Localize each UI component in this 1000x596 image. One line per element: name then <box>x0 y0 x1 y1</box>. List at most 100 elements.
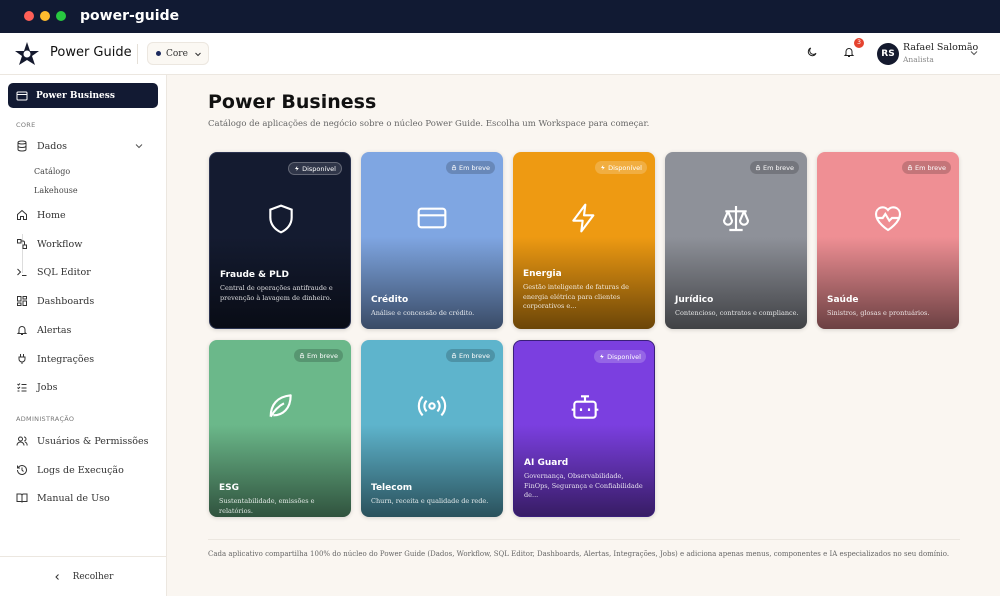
theme-toggle-button[interactable] <box>806 46 818 58</box>
book-open-icon <box>16 493 28 503</box>
status-badge-label: Em breve <box>914 163 946 172</box>
notifications-button[interactable] <box>843 46 855 58</box>
bot-icon <box>571 395 599 419</box>
collapse-label: Recolher <box>72 571 114 582</box>
minimize-window-button[interactable] <box>40 11 50 21</box>
lock-icon <box>299 352 305 359</box>
list-checks-icon <box>17 383 27 392</box>
sidebar-item-power-business[interactable]: Power Business <box>8 83 158 108</box>
lock-icon <box>755 164 761 171</box>
status-badge-label: Em breve <box>458 163 490 172</box>
sidebar-item-workflow[interactable]: Workflow <box>16 238 82 250</box>
app-card-esg[interactable]: Em breve ESG Sustentabilidade, emissões … <box>209 340 351 517</box>
status-badge: Disponível <box>595 161 647 174</box>
workspace-selector[interactable]: Core <box>147 42 209 65</box>
sidebar-item-label: Integrações <box>37 353 95 365</box>
sidebar-item-label: SQL Editor <box>37 266 91 278</box>
sidebar: Power Business CORE Dados Catálogo Lakeh… <box>0 75 167 596</box>
app-card-telecom[interactable]: Em breve Telecom Churn, receita e qualid… <box>361 340 503 517</box>
status-badge-label: Disponível <box>608 163 642 172</box>
sidebar-subitem-catalogo[interactable]: Catálogo <box>34 167 70 176</box>
shield-icon <box>269 204 293 234</box>
status-badge: Em breve <box>749 161 799 174</box>
sidebar-item-jobs[interactable]: Jobs <box>16 381 57 393</box>
sidebar-item-integracoes[interactable]: Integrações <box>16 353 94 365</box>
app-card-title: Fraude & PLD <box>220 270 289 280</box>
sidebar-item-manual[interactable]: Manual de Uso <box>16 492 110 504</box>
lock-icon <box>451 352 457 359</box>
lock-icon <box>451 164 457 171</box>
user-menu-chevron[interactable] <box>970 49 978 57</box>
history-icon <box>17 465 27 475</box>
status-badge: Disponível <box>288 162 342 175</box>
radio-icon <box>417 395 447 417</box>
workspace-dot-icon <box>156 51 161 56</box>
sidebar-subitem-lakehouse[interactable]: Lakehouse <box>34 186 78 195</box>
sidebar-item-home[interactable]: Home <box>16 209 66 221</box>
credit-card-icon <box>417 207 447 229</box>
sidebar-item-logs[interactable]: Logs de Execução <box>16 464 124 476</box>
app-card-description: Gestão inteligente de faturas de energia… <box>523 283 629 310</box>
app-header: Power Guide Core 3 RS Rafael Salomão Ana… <box>0 33 1000 75</box>
status-badge-label: Em breve <box>762 163 794 172</box>
app-card-juridico[interactable]: Em breve Jurídico Contencioso, contratos… <box>665 152 807 329</box>
app-card-description: Churn, receita e qualidade de rede. <box>371 497 489 505</box>
footer-note: Cada aplicativo compartilha 100% do núcl… <box>208 539 960 558</box>
sidebar-item-label: Jobs <box>37 381 58 393</box>
sidebar-item-dashboards[interactable]: Dashboards <box>16 295 94 307</box>
scale-icon <box>722 206 750 232</box>
close-window-button[interactable] <box>24 11 34 21</box>
status-badge: Disponível <box>594 350 646 363</box>
zap-icon <box>295 166 299 171</box>
user-avatar[interactable]: RS <box>877 43 899 65</box>
app-card-title: Saúde <box>827 295 859 305</box>
sidebar-item-dados[interactable]: Dados <box>16 140 152 152</box>
app-card-credito[interactable]: Em breve Crédito Análise e concessão de … <box>361 152 503 329</box>
sidebar-item-label: Home <box>37 209 66 221</box>
app-card-title: ESG <box>219 483 240 493</box>
leaf-icon <box>269 394 292 418</box>
chevron-left-icon <box>54 573 59 580</box>
status-badge: Em breve <box>293 349 343 362</box>
collapse-sidebar-button[interactable]: Recolher <box>0 556 166 596</box>
app-card-fraude-pld[interactable]: Disponível Fraude & PLD Central de opera… <box>209 152 351 329</box>
bell-icon <box>843 48 855 57</box>
status-badge-label: Disponível <box>607 352 641 361</box>
sidebar-item-label: Workflow <box>37 238 83 250</box>
app-card-description: Análise e concessão de crédito. <box>371 309 475 317</box>
app-card-description: Governança, Observabilidade, FinOps, Seg… <box>524 472 643 499</box>
chevron-down-icon <box>195 52 201 56</box>
zap-icon <box>600 354 604 359</box>
status-badge: Em breve <box>445 161 495 174</box>
window-icon <box>16 91 28 100</box>
plug-icon <box>18 354 26 364</box>
sidebar-item-usuarios[interactable]: Usuários & Permissões <box>16 435 148 447</box>
app-card-description: Contencioso, contratos e compliance. <box>675 309 799 317</box>
status-badge: Em breve <box>901 161 951 174</box>
terminal-icon <box>17 268 27 276</box>
chevron-down-icon <box>135 144 143 149</box>
status-badge: Em breve <box>445 349 495 362</box>
moon-icon <box>807 47 817 57</box>
status-badge-label: Em breve <box>458 351 490 360</box>
sidebar-item-alertas[interactable]: Alertas <box>16 324 71 336</box>
maximize-window-button[interactable] <box>56 11 66 21</box>
bell-icon <box>16 326 28 335</box>
app-card-energia[interactable]: Disponível Energia Gestão inteligente de… <box>513 152 655 329</box>
lock-icon <box>907 164 913 171</box>
app-card-title: Crédito <box>371 295 409 305</box>
sidebar-item-sql-editor[interactable]: SQL Editor <box>16 266 91 278</box>
app-card-title: Energia <box>523 269 562 279</box>
chevron-down-icon <box>970 51 978 56</box>
sidebar-item-label: Dashboards <box>37 295 95 307</box>
user-name[interactable]: Rafael Salomão <box>903 42 978 53</box>
app-card-title: Jurídico <box>675 295 714 305</box>
power-guide-logo[interactable] <box>14 41 40 67</box>
page-subtitle: Catálogo de aplicações de negócio sobre … <box>208 119 650 129</box>
sidebar-item-label: Power Business <box>36 90 115 101</box>
sidebar-item-label: Manual de Uso <box>37 492 110 504</box>
app-card-ai-guard[interactable]: Disponível AI Guard Governança, Observab… <box>513 340 655 517</box>
app-card-saude[interactable]: Em breve Saúde Sinistros, glosas e pront… <box>817 152 959 329</box>
app-card-title: Telecom <box>371 483 413 493</box>
zap-icon <box>572 203 595 233</box>
